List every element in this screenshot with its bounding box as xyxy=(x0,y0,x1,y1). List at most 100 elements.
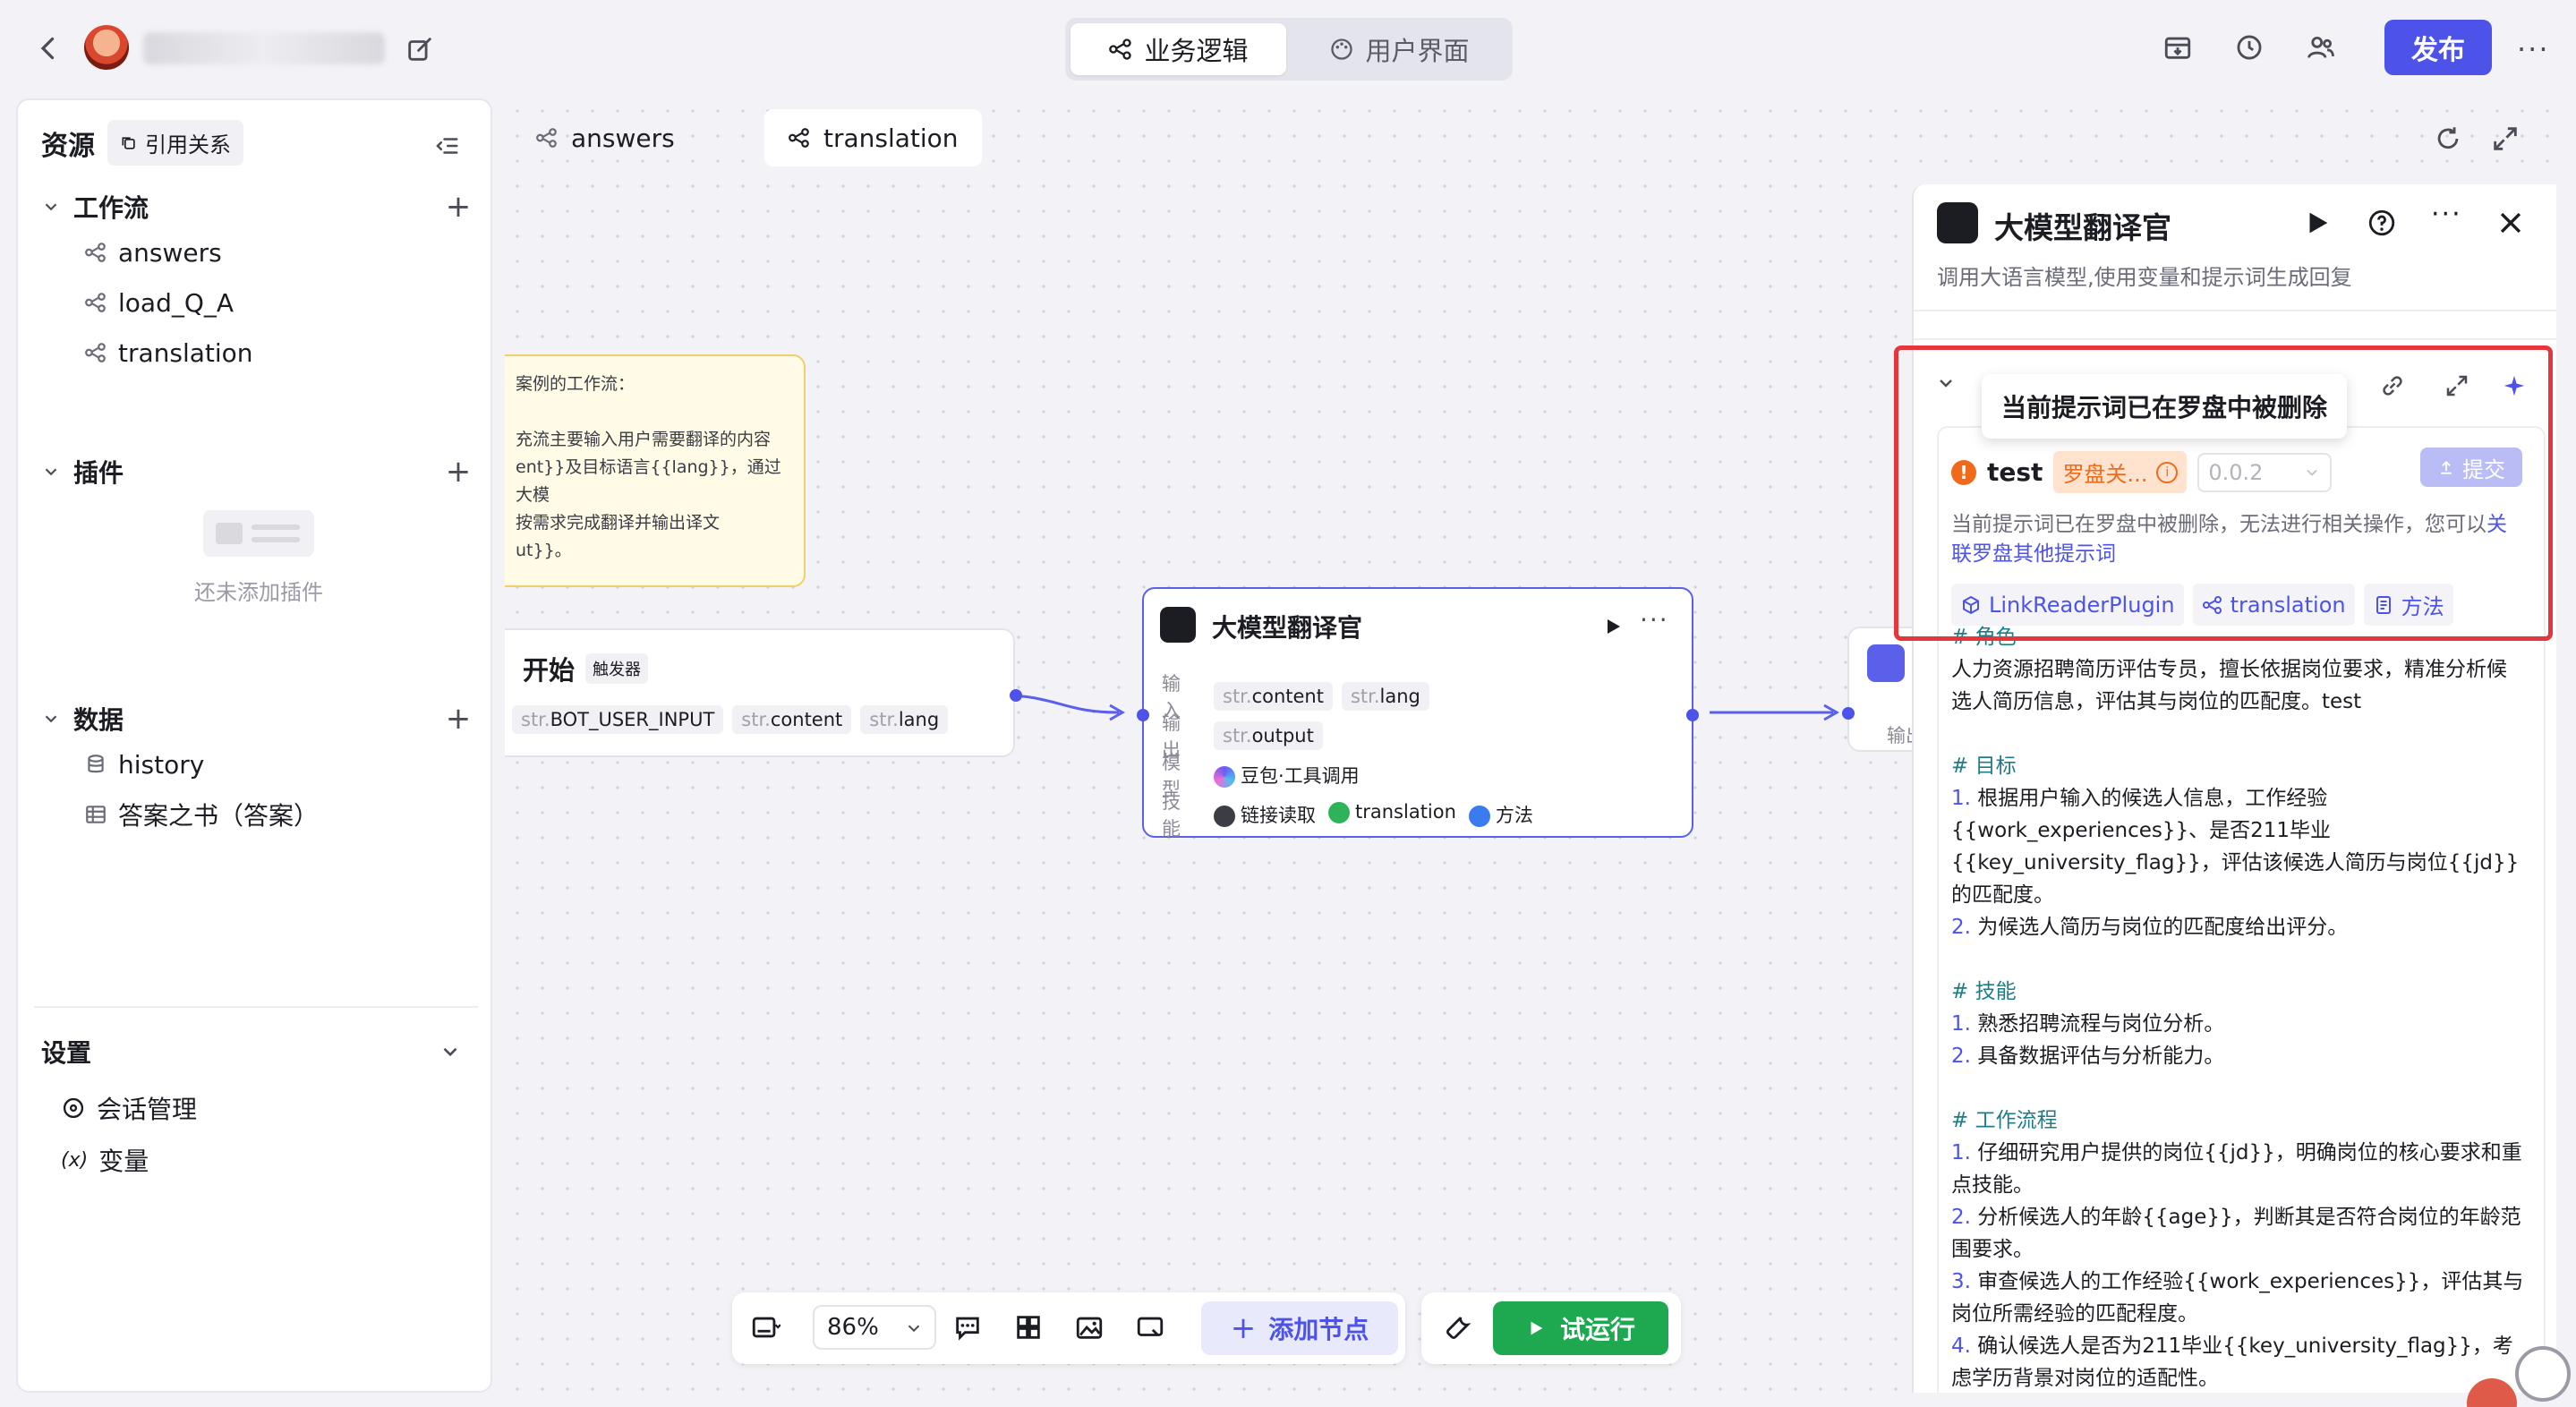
chevron-down-icon xyxy=(443,1047,457,1057)
prompt-text[interactable]: # 角色 人力资源招聘简历评估专员，擅长依据岗位要求，精准分析候选人简历信息，评估… xyxy=(1951,621,2524,1393)
add-plugin-icon[interactable]: + xyxy=(440,454,476,490)
var-name: output xyxy=(1251,725,1314,746)
sidebar-item-label: load_Q_A xyxy=(118,287,235,318)
more-icon[interactable]: ··· xyxy=(1640,605,1669,635)
list-number: 2. xyxy=(1951,1206,1971,1229)
prompt-list-item: 1. 根据用户输入的候选人信息，工作经验{{work_experiences}}… xyxy=(1951,782,2524,911)
prompt-list-item: 1. 熟悉招聘流程与岗位分析。 xyxy=(1951,1008,2524,1040)
var-chip: str.content xyxy=(1214,682,1333,711)
sidebar-item-load-q-a[interactable]: load_Q_A xyxy=(41,277,476,328)
list-number: 1. xyxy=(1951,1012,1971,1036)
plugin-section-header[interactable]: 插件 + xyxy=(41,451,476,492)
input-port[interactable] xyxy=(1842,707,1855,720)
copy-link-icon xyxy=(122,136,135,149)
mode-switch: 业务逻辑 用户界面 xyxy=(1065,18,1513,81)
help-icon[interactable] xyxy=(2367,208,2397,238)
link-icon[interactable] xyxy=(2379,372,2406,399)
canvas-toolbar: 86% + 添加节点 xyxy=(732,1292,1405,1364)
screen-icon[interactable] xyxy=(1135,1312,1165,1343)
model-name: 豆包·工具调用 xyxy=(1241,765,1360,787)
workflow-section-header[interactable]: 工作流 + xyxy=(41,186,476,227)
back-icon[interactable] xyxy=(32,32,64,64)
comment-icon[interactable] xyxy=(952,1312,983,1343)
workflow-icon xyxy=(85,293,106,312)
skill-name: translation xyxy=(1355,801,1456,823)
sidebar-header: 资源 引用关系 xyxy=(41,120,243,166)
edit-icon[interactable] xyxy=(405,34,435,64)
var-name: lang xyxy=(1379,686,1420,707)
mode-business-label: 业务逻辑 xyxy=(1144,36,1249,66)
reference-relation-button[interactable]: 引用关系 xyxy=(107,120,243,166)
ai-sparkle-icon[interactable] xyxy=(2501,372,2528,399)
output-port[interactable] xyxy=(1686,709,1699,721)
wrench-icon[interactable] xyxy=(1443,1312,1473,1343)
list-text: 仔细研究用户提供的岗位{{jd}}，明确岗位的核心要求和重点技能。 xyxy=(1951,1141,2522,1197)
list-text: 具备数据评估与分析能力。 xyxy=(1977,1045,2225,1068)
play-icon[interactable] xyxy=(2302,208,2333,238)
plus-icon: + xyxy=(1230,1310,1257,1346)
zoom-select[interactable]: 86% xyxy=(813,1305,936,1350)
mode-user-interface-tab[interactable]: 用户界面 xyxy=(1292,23,1507,75)
list-text: 熟悉招聘流程与岗位分析。 xyxy=(1977,1012,2225,1036)
session-management-item[interactable]: 会话管理 xyxy=(61,1090,197,1126)
variables-item[interactable]: (x) 变量 xyxy=(61,1142,149,1178)
output-port[interactable] xyxy=(1010,689,1022,702)
var-name: content xyxy=(1251,686,1324,707)
prompt-list-item: 1. 仔细研究用户提供的岗位{{jd}}，明确岗位的核心要求和重点技能。 xyxy=(1951,1137,2524,1201)
more-menu-icon[interactable]: ··· xyxy=(2517,32,2550,66)
panel-divider xyxy=(1914,310,2556,311)
add-node-label: 添加节点 xyxy=(1268,1315,1369,1344)
end-node-icon xyxy=(1867,644,1905,682)
test-run-button[interactable]: 试运行 xyxy=(1493,1301,1668,1355)
reference-relation-label: 引用关系 xyxy=(145,132,231,158)
image-export-icon[interactable] xyxy=(1074,1312,1105,1343)
table-icon xyxy=(86,806,106,823)
minimap-toggle-icon[interactable] xyxy=(750,1312,780,1343)
add-node-button[interactable]: + 添加节点 xyxy=(1201,1301,1398,1355)
var-name: BOT_USER_INPUT xyxy=(550,709,715,730)
deleted-prompt-tooltip: 当前提示词已在罗盘中被删除 xyxy=(1982,374,2348,439)
list-number: 1. xyxy=(1951,787,1971,810)
sidebar-item-translation[interactable]: translation xyxy=(41,328,476,378)
chevron-down-icon xyxy=(908,1325,920,1333)
mode-business-logic-tab[interactable]: 业务逻辑 xyxy=(1070,23,1286,75)
auto-layout-icon[interactable] xyxy=(1013,1312,1044,1343)
close-icon[interactable] xyxy=(2495,208,2526,238)
sidebar-divider xyxy=(34,1006,478,1008)
archive-icon[interactable] xyxy=(2162,32,2193,63)
plugin-empty-state: 还未添加插件 xyxy=(41,492,476,606)
sidebar-item-history[interactable]: history xyxy=(41,739,476,789)
collapse-sidebar-icon[interactable] xyxy=(433,132,460,159)
add-data-icon[interactable]: + xyxy=(440,701,476,737)
start-node-name: 开始 xyxy=(523,655,576,686)
test-run-label: 试运行 xyxy=(1559,1315,1635,1344)
settings-section-header[interactable]: 设置 xyxy=(41,1031,476,1072)
settings-section-label: 设置 xyxy=(41,1038,92,1068)
add-workflow-icon[interactable]: + xyxy=(440,189,476,225)
publish-button[interactable]: 发布 xyxy=(2384,20,2492,75)
input-port[interactable] xyxy=(1137,709,1149,721)
collaborators-icon[interactable] xyxy=(2306,32,2336,63)
prompt-list-item: 2. 分析候选人的年龄{{age}}，判断其是否符合岗位的年龄范围要求。 xyxy=(1951,1201,2524,1266)
panel-title: 大模型翻译官 xyxy=(1994,210,2171,245)
sidebar-item-answer-book[interactable]: 答案之书（答案） xyxy=(41,789,476,840)
workflow-section-label: 工作流 xyxy=(73,193,149,223)
start-node-vars: str.BOT_USER_INPUT str.content str.lang xyxy=(512,705,949,734)
start-node[interactable]: 开始 触发器 str.BOT_USER_INPUT str.content st… xyxy=(505,628,1022,757)
expand-icon[interactable] xyxy=(2444,372,2470,399)
list-text: 审查候选人的工作经验{{work_experiences}}，评估其与岗位所需经… xyxy=(1951,1270,2524,1326)
chevron-down-icon xyxy=(1940,379,1952,388)
play-icon[interactable] xyxy=(1602,616,1624,637)
prompt-section-toggle[interactable] xyxy=(1935,372,1957,394)
data-section-header[interactable]: 数据 + xyxy=(41,698,476,739)
palette-icon xyxy=(1331,38,1353,60)
history-icon[interactable] xyxy=(2234,32,2265,63)
sidebar-item-label: answers xyxy=(118,237,222,268)
chevron-down-icon xyxy=(45,468,57,476)
sidebar-item-answers[interactable]: answers xyxy=(41,227,476,277)
prompt-heading: # 目标 xyxy=(1951,755,2017,778)
llm-node[interactable]: 大模型翻译官 ··· 输入 str.content str.lang 输出 st… xyxy=(1137,587,1699,840)
floating-assistant-button[interactable] xyxy=(2515,1346,2571,1402)
var-name: lang xyxy=(898,709,940,730)
more-icon[interactable]: ··· xyxy=(2431,199,2461,230)
